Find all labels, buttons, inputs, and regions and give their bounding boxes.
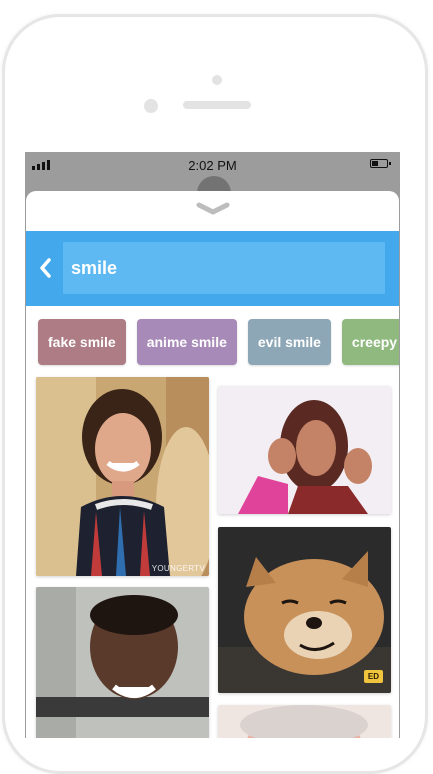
chevron-left-icon: [40, 258, 51, 278]
gif-search-sheet: fake smile anime smile evil smile creepy…: [26, 191, 399, 738]
gif-image: [36, 587, 209, 738]
back-button[interactable]: [35, 256, 55, 280]
search-input[interactable]: [63, 242, 385, 294]
gif-image: [218, 386, 391, 514]
status-time: 2:02 PM: [188, 158, 237, 173]
gif-result[interactable]: YOUNGERTV: [36, 377, 209, 576]
chip-fake-smile[interactable]: fake smile: [38, 319, 126, 365]
gif-image: [218, 705, 391, 738]
phone-sensor: [144, 99, 158, 113]
search-bar: [26, 231, 399, 306]
gif-result[interactable]: ED: [218, 527, 391, 693]
suggestion-chips: fake smile anime smile evil smile creepy…: [38, 319, 399, 365]
status-bar: 2:02 PM: [25, 152, 400, 178]
chip-evil-smile[interactable]: evil smile: [247, 319, 331, 365]
chip-anime-smile[interactable]: anime smile: [136, 319, 237, 365]
phone-screen: 2:02 PM fake smile anime smile evil smil…: [25, 152, 400, 738]
gif-image: [36, 377, 209, 576]
collapse-handle-icon[interactable]: [196, 199, 230, 219]
phone-speaker: [183, 101, 251, 109]
gif-badge: ED: [363, 670, 383, 683]
gif-watermark: YOUNGERTV: [151, 564, 205, 573]
gif-image: [218, 527, 391, 693]
phone-camera: [212, 75, 222, 85]
battery-icon: [370, 159, 391, 168]
chip-creepy-smile[interactable]: creepy smile: [341, 319, 399, 365]
gif-result[interactable]: [36, 587, 209, 738]
gif-result[interactable]: [218, 386, 391, 514]
gif-result[interactable]: [218, 705, 391, 738]
